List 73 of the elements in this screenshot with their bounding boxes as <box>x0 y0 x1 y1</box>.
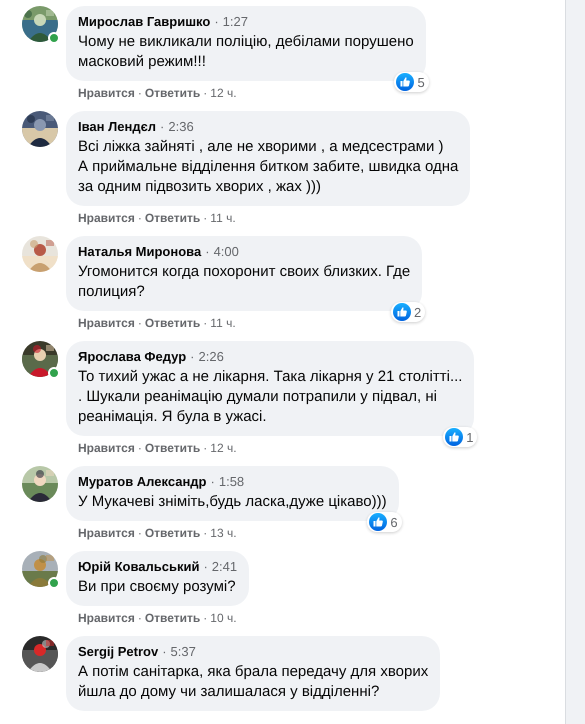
comment-text: . Шукали реанімацію думали потрапили у підвал, ні <box>78 387 438 407</box>
author-name[interactable]: Іван Лендєл <box>78 119 156 134</box>
author-name[interactable]: Мирослав Гавришко <box>78 14 210 29</box>
timestamp[interactable]: 2:36 <box>168 119 194 134</box>
separator-dot: · <box>138 86 142 100</box>
comment-text: Угомонится когда похоронит своих близких. Где <box>78 262 410 282</box>
separator-dot: · <box>190 349 195 364</box>
comment-age[interactable]: 11 ч. <box>210 316 236 330</box>
reaction-count[interactable]: 1 <box>443 427 478 447</box>
separator-dot: · <box>205 244 210 259</box>
timestamp[interactable]: 1:27 <box>222 14 248 29</box>
comment-action-link[interactable]: Нравится <box>78 526 135 540</box>
comment-age[interactable]: 10 ч. <box>210 611 237 625</box>
timestamp[interactable]: 4:00 <box>214 244 239 259</box>
timestamp[interactable]: 5:37 <box>170 644 196 659</box>
reaction-count[interactable]: 2 <box>391 302 426 322</box>
reaction-count[interactable]: 6 <box>367 512 402 532</box>
comment-action-link[interactable]: Ответить <box>144 211 200 225</box>
comment-action-link[interactable]: Ответить <box>144 526 200 540</box>
comment-text: реанімація. Я була в ужасі. <box>78 407 268 427</box>
separator-dot: · <box>214 14 219 29</box>
separator-dot: · <box>203 559 208 574</box>
separator-dot: · <box>138 211 142 225</box>
comment-age[interactable]: 11 ч. <box>210 211 236 225</box>
timestamp[interactable]: 1:58 <box>218 474 244 489</box>
comment-action-link[interactable]: Нравится <box>78 211 135 225</box>
author-name[interactable]: Муратов Александр <box>78 474 207 489</box>
timestamp[interactable]: 2:41 <box>212 559 238 574</box>
like-icon <box>369 513 388 531</box>
separator-dot: · <box>162 644 167 659</box>
separator-dot: · <box>138 526 142 540</box>
comment-age[interactable]: 12 ч. <box>210 441 237 455</box>
comment-age[interactable]: 12 ч. <box>210 86 237 100</box>
separator-dot: · <box>203 441 208 455</box>
comment-text: Всі ліжка зайняті , але не хворими , а медсестрами ) <box>78 137 445 157</box>
separator-dot: · <box>210 474 215 489</box>
separator-dot: · <box>203 526 208 540</box>
comment-action-link[interactable]: Ответить <box>144 611 200 625</box>
comment-text: Ви при своєму розумі? <box>78 577 237 597</box>
comment-action-link[interactable]: Нравится <box>78 316 135 330</box>
comment-action-link[interactable]: Нравится <box>78 611 135 625</box>
comment-text: А приймальне відділення битком забите, швидка одна <box>78 157 458 177</box>
comment-text: Чому не викликали поліцію, дебілами порушено <box>78 32 414 52</box>
separator-dot: · <box>138 316 142 330</box>
like-icon <box>393 303 412 321</box>
comment-age[interactable]: 13 ч. <box>210 526 237 540</box>
separator-dot: · <box>138 441 142 455</box>
separator-dot: · <box>203 316 208 330</box>
separator-dot: · <box>203 611 208 625</box>
comment-action-link[interactable]: Ответить <box>144 316 200 330</box>
comment-text: йшла до дому чи залишалася у відділенні? <box>78 682 380 702</box>
author-name[interactable]: Sergij Petrov <box>78 644 158 659</box>
comment-action-link[interactable]: Ответить <box>144 441 200 455</box>
separator-dot: · <box>203 211 208 225</box>
separator-dot: · <box>203 86 208 100</box>
comment-text: масковий режим!!! <box>78 52 207 72</box>
comment-action-link[interactable]: Нравится <box>78 86 135 100</box>
comment-text: У Мукачеві зніміть,будь ласка,дуже цікаво))) <box>78 492 387 512</box>
comment-text: А потім санітарка, яка брала передачу для хворих <box>78 662 428 682</box>
author-name[interactable]: Наталья Миронова <box>78 244 202 259</box>
comment-text: за одним підвозить хворих , жах ))) <box>78 177 322 197</box>
separator-dot: · <box>138 611 142 625</box>
like-icon <box>445 428 464 446</box>
comment-text: полиция? <box>78 282 146 302</box>
author-name[interactable]: Юрій Ковальський <box>78 559 200 574</box>
reaction-count[interactable]: 5 <box>394 72 429 92</box>
separator-dot: · <box>160 119 164 134</box>
like-icon <box>396 73 414 91</box>
comment-action-link[interactable]: Ответить <box>144 86 200 100</box>
author-name[interactable]: Ярослава Федур <box>78 349 186 364</box>
timestamp[interactable]: 2:26 <box>198 349 224 364</box>
comment-text: То тихий ужас а не лікарня. Така лікарня у 21 столітті... <box>78 367 462 387</box>
comment-action-link[interactable]: Нравится <box>78 441 135 455</box>
